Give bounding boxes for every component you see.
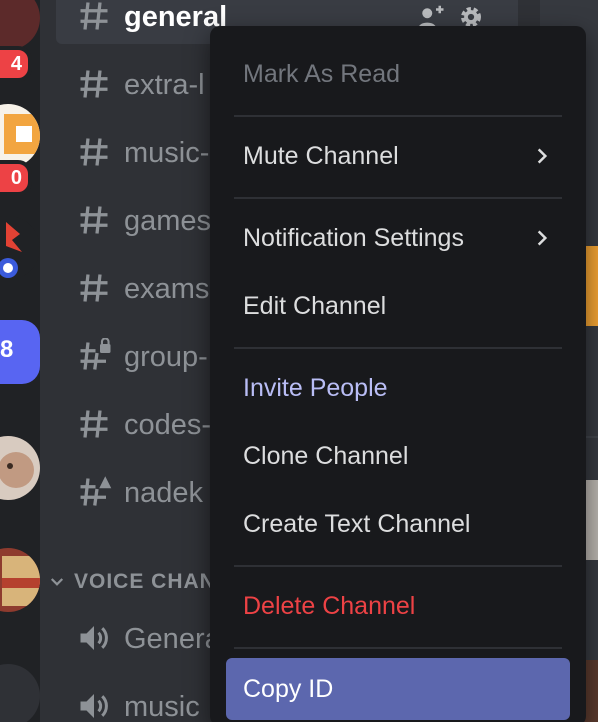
channel-name: group- (124, 341, 208, 373)
server-image (4, 114, 40, 154)
channel-name: music- (124, 137, 210, 169)
menu-separator (234, 647, 562, 649)
menu-label: Invite People (243, 374, 388, 402)
channel-name: music (124, 691, 200, 722)
menu-item-delete-channel[interactable]: Delete Channel (226, 576, 570, 636)
hash-icon (80, 410, 108, 438)
channel-context-menu: Mark As Read Mute Channel Notification S… (210, 26, 586, 722)
hash-icon (80, 206, 108, 234)
channel-name: extra-l (124, 69, 205, 101)
menu-separator (234, 347, 562, 349)
mention-badge: 4 (0, 46, 32, 82)
server-image (0, 452, 34, 488)
server-icon-1[interactable] (0, 0, 40, 50)
menu-item-notification-settings[interactable]: Notification Settings (226, 208, 570, 268)
menu-item-edit-channel[interactable]: Edit Channel (226, 276, 570, 336)
mention-badge: 0 (0, 160, 32, 196)
menu-label: Copy ID (243, 675, 334, 703)
server-icon-4[interactable]: 8 (0, 320, 40, 384)
channel-name: nadek (124, 477, 204, 509)
server-icon-3[interactable] (0, 216, 40, 280)
menu-item-invite-people[interactable]: Invite People (226, 358, 570, 418)
menu-item-create-text-channel[interactable]: Create Text Channel (226, 494, 570, 554)
menu-separator (234, 115, 562, 117)
menu-label: Clone Channel (243, 442, 409, 470)
channel-name: Genera (124, 623, 221, 655)
warning-hash-icon (80, 476, 112, 506)
menu-separator (234, 197, 562, 199)
speaker-icon (80, 626, 108, 650)
server-icon-5[interactable] (0, 436, 40, 500)
server-icon-2[interactable] (0, 104, 40, 168)
channel-name: games (124, 205, 212, 237)
menu-item-clone-channel[interactable]: Clone Channel (226, 426, 570, 486)
voice-category-header[interactable]: VOICE CHAN (48, 566, 216, 598)
chevron-right-icon (537, 148, 548, 164)
channel-name: codes- (124, 409, 212, 441)
menu-label: Notification Settings (243, 224, 464, 252)
server-icon-7[interactable] (0, 664, 40, 722)
locked-hash-icon (80, 338, 111, 370)
menu-item-mark-as-read: Mark As Read (226, 44, 570, 104)
menu-label: Edit Channel (243, 292, 387, 320)
hash-icon (80, 2, 108, 30)
category-label: VOICE CHAN (74, 570, 216, 593)
hash-icon (80, 274, 108, 302)
menu-label: Create Text Channel (243, 510, 471, 538)
server-initial: 8 (0, 336, 14, 363)
menu-label: Mark As Read (243, 60, 401, 88)
discord-window: 4 0 8 general extra-l music- games exams… (0, 0, 598, 722)
server-icon-6[interactable] (0, 548, 40, 612)
server-image (0, 222, 22, 278)
menu-label: Delete Channel (243, 592, 416, 620)
channel-name: exams (124, 273, 210, 305)
hash-icon (80, 138, 108, 166)
hash-icon (80, 70, 108, 98)
server-rail: 4 0 8 (0, 0, 40, 722)
menu-label: Mute Channel (243, 142, 399, 170)
menu-item-copy-id[interactable]: Copy ID (226, 658, 570, 720)
chevron-right-icon (537, 230, 548, 246)
server-image (2, 556, 40, 606)
chevron-down-icon (50, 578, 64, 587)
menu-item-mute-channel[interactable]: Mute Channel (226, 126, 570, 186)
menu-separator (234, 565, 562, 567)
speaker-icon (80, 694, 108, 718)
